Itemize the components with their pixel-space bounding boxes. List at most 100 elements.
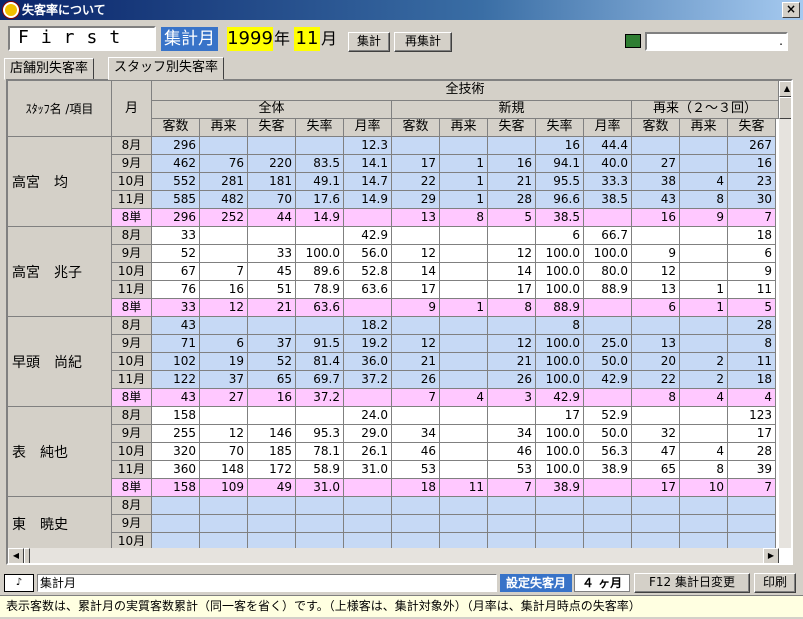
hscroll-thumb[interactable] (24, 548, 30, 563)
table-cell: 6 (728, 245, 776, 263)
table-cell (392, 407, 440, 425)
scroll-up-icon[interactable]: ▲ (779, 81, 791, 97)
table-cell: 16 (200, 281, 248, 299)
table-cell: 50.0 (584, 353, 632, 371)
column-header: 再来 (440, 119, 488, 137)
table-cell (632, 137, 680, 155)
table-cell: 17 (632, 479, 680, 497)
table-cell: 11 (728, 353, 776, 371)
month-cell: 8月 (112, 317, 152, 335)
table-cell: 6 (536, 227, 584, 245)
horizontal-scrollbar[interactable]: ◀ ▶ (8, 548, 779, 563)
table-cell: 91.5 (296, 335, 344, 353)
table-cell (488, 515, 536, 533)
table-cell (680, 155, 728, 173)
aggregate-button[interactable]: 集計 (348, 32, 390, 52)
change-date-button[interactable]: F12 集計日変更 (634, 573, 750, 593)
music-note-icon: ♪ (4, 574, 34, 592)
table-cell: 296 (152, 137, 200, 155)
table-cell (200, 227, 248, 245)
month-cell: 10月 (112, 443, 152, 461)
table-cell: 26.1 (344, 443, 392, 461)
vertical-scrollbar[interactable]: ▲ (779, 81, 791, 548)
table-cell (248, 497, 296, 515)
table-cell: 28 (728, 317, 776, 335)
reaggregate-button[interactable]: 再集計 (394, 32, 452, 52)
staff-name: 高宮 兆子 (8, 227, 112, 317)
table-cell: 67 (152, 263, 200, 281)
table-cell: 44.4 (584, 137, 632, 155)
scroll-right-icon[interactable]: ▶ (763, 548, 779, 563)
close-button[interactable]: × (782, 2, 800, 18)
table-cell: 100.0 (536, 425, 584, 443)
table-cell: 100.0 (536, 353, 584, 371)
column-header: 再来 (680, 119, 728, 137)
table-cell: 2 (680, 353, 728, 371)
calculator-icon[interactable] (625, 34, 641, 48)
table-cell: 76 (152, 281, 200, 299)
group-header: 全技術 (152, 81, 779, 101)
year-field[interactable]: 1999 (227, 27, 273, 51)
table-cell: 16 (536, 137, 584, 155)
table-cell (200, 245, 248, 263)
table-cell (680, 425, 728, 443)
tab-staff[interactable]: スタッフ別失客率 (108, 57, 225, 80)
table-cell: 12 (488, 335, 536, 353)
table-cell: 122 (152, 371, 200, 389)
table-cell: 102 (152, 353, 200, 371)
table-cell: 96.6 (536, 191, 584, 209)
scroll-left-icon[interactable]: ◀ (8, 548, 24, 563)
month-field[interactable]: 11 (294, 27, 320, 51)
table-cell (728, 497, 776, 515)
table-cell (584, 389, 632, 407)
table-cell: 36.0 (344, 353, 392, 371)
table-cell: 71 (152, 335, 200, 353)
column-header: 失客 (488, 119, 536, 137)
table-cell: 56.0 (344, 245, 392, 263)
table-cell (248, 317, 296, 335)
table-cell (440, 335, 488, 353)
table-cell (296, 227, 344, 245)
table-cell: 63.6 (296, 299, 344, 317)
table-cell: 23 (728, 173, 776, 191)
table-cell (584, 299, 632, 317)
table-cell: 18 (728, 371, 776, 389)
table-cell: 7 (728, 479, 776, 497)
tab-store[interactable]: 店舗別失客率 (4, 58, 95, 80)
table-cell (440, 497, 488, 515)
table-cell (344, 209, 392, 227)
store-name-field[interactable]: First (8, 26, 156, 51)
month-cell: 8月 (112, 407, 152, 425)
table-cell: 53 (488, 461, 536, 479)
table-cell: 80.0 (584, 263, 632, 281)
month-cell: 8月 (112, 137, 152, 155)
table-cell: 6 (632, 299, 680, 317)
months-field[interactable]: ４ ヶ月 (574, 574, 630, 592)
scroll-thumb[interactable] (779, 97, 791, 119)
table-cell: 37.2 (344, 371, 392, 389)
table-cell: 14.1 (344, 155, 392, 173)
table-cell: 13 (392, 209, 440, 227)
table-cell: 32 (632, 425, 680, 443)
table-cell (680, 497, 728, 515)
table-cell: 43 (152, 389, 200, 407)
table-cell: 13 (632, 335, 680, 353)
table-cell: 1 (680, 299, 728, 317)
table-cell: 88.9 (536, 299, 584, 317)
table-cell (392, 227, 440, 245)
print-button[interactable]: 印刷 (754, 573, 796, 593)
table-cell (584, 209, 632, 227)
table-cell (584, 515, 632, 533)
table-cell: 8 (728, 335, 776, 353)
calculator-field[interactable]: . (645, 32, 788, 51)
year-unit-label: 年 (274, 29, 291, 48)
table-cell: 28 (728, 443, 776, 461)
table-cell: 100.0 (536, 461, 584, 479)
column-header: 月率 (584, 119, 632, 137)
table-cell: 8 (536, 317, 584, 335)
table-cell: 42.9 (536, 389, 584, 407)
staff-name: 高宮 均 (8, 137, 112, 227)
table-cell: 19.2 (344, 335, 392, 353)
table-cell: 12 (200, 299, 248, 317)
table-cell (680, 263, 728, 281)
